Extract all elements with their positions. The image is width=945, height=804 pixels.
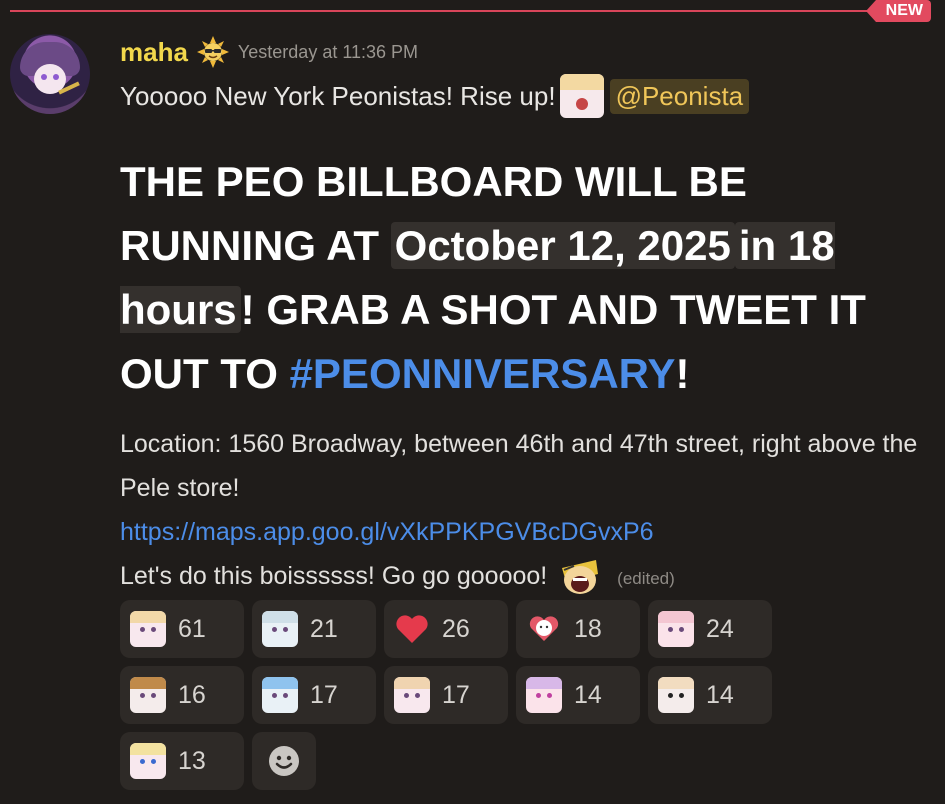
reaction-count: 16 bbox=[178, 680, 206, 709]
edited-label: (edited) bbox=[617, 569, 675, 588]
avatar-eye bbox=[41, 74, 47, 80]
reactions-bar: 61 21 26 18 24 16 17 17 14 14 13 bbox=[120, 600, 800, 790]
emoji-hair bbox=[526, 677, 562, 689]
emoji-hair bbox=[559, 74, 604, 90]
avatar-eye bbox=[53, 74, 59, 80]
reaction-count: 26 bbox=[442, 614, 470, 643]
reaction-anime-girl-blonde[interactable]: 17 bbox=[384, 666, 508, 724]
emoji-eye bbox=[679, 627, 684, 632]
hashtag[interactable]: #PEONNIVERSARY bbox=[290, 350, 676, 397]
reaction-count: 61 bbox=[178, 614, 206, 643]
message-header: maha Yesterday at 11:36 PM bbox=[120, 34, 418, 70]
emoji-eye bbox=[283, 627, 288, 632]
closing-line: Let's do this boissssss! Go go gooooo! (… bbox=[120, 554, 920, 601]
mention-peonista[interactable]: @Peonista bbox=[609, 78, 750, 114]
emoji-eye bbox=[404, 693, 409, 698]
emoji-eye bbox=[283, 693, 288, 698]
headline: THE PEO BILLBOARD WILL BE RUNNING AT Oct… bbox=[120, 150, 910, 406]
reaction-count: 17 bbox=[310, 680, 338, 709]
reaction-count: 17 bbox=[442, 680, 470, 709]
emoji-hair bbox=[130, 743, 166, 755]
emoji-eye bbox=[140, 759, 145, 764]
message-timestamp[interactable]: Yesterday at 11:36 PM bbox=[238, 42, 418, 63]
emoji-hair bbox=[262, 677, 298, 689]
anime-girl-pink-emoji bbox=[130, 611, 166, 647]
reaction-heart-hug[interactable]: 18 bbox=[516, 600, 640, 658]
avatar[interactable] bbox=[10, 34, 90, 114]
emoji-eye bbox=[272, 693, 277, 698]
emoji-hair bbox=[658, 611, 694, 623]
reaction-count: 14 bbox=[574, 680, 602, 709]
emoji-eye bbox=[668, 693, 673, 698]
screaming-face-emoji[interactable] bbox=[558, 556, 602, 598]
message-body: Location: 1560 Broadway, between 46th an… bbox=[120, 422, 920, 601]
reaction-anime-girl-glasses[interactable]: 14 bbox=[648, 666, 772, 724]
emoji-eye bbox=[151, 759, 156, 764]
reaction-omg[interactable]: 17 bbox=[252, 666, 376, 724]
anime-girl-sunglasses-emoji bbox=[526, 677, 562, 713]
add-reaction-button[interactable] bbox=[252, 732, 316, 790]
emoji-mouth bbox=[575, 98, 588, 110]
sun-with-sunglasses-icon[interactable] bbox=[196, 35, 230, 69]
emoji-eye bbox=[547, 693, 552, 698]
reaction-count: 13 bbox=[178, 746, 206, 775]
anime-girl-flag-emoji bbox=[130, 743, 166, 779]
emoji-eye bbox=[140, 693, 145, 698]
reaction-anime-girl-blush[interactable]: 24 bbox=[648, 600, 772, 658]
emoji-eye bbox=[415, 693, 420, 698]
smiley-icon bbox=[269, 746, 299, 776]
heart-hug-emoji bbox=[526, 611, 562, 647]
emoji-eye bbox=[668, 627, 673, 632]
reaction-red-heart[interactable]: 26 bbox=[384, 600, 508, 658]
emoji-hair bbox=[394, 677, 430, 689]
emoji-eye bbox=[272, 627, 277, 632]
reaction-count: 21 bbox=[310, 614, 338, 643]
message-line-1: Yooooo New York Peonistas! Rise up! @Peo… bbox=[120, 74, 750, 118]
new-badge: NEW bbox=[865, 0, 931, 22]
emoji-hair bbox=[130, 677, 166, 689]
reaction-anime-cookie[interactable]: 16 bbox=[120, 666, 244, 724]
anime-girl-glasses-emoji bbox=[658, 677, 694, 713]
emoji-eye bbox=[151, 693, 156, 698]
maps-link[interactable]: https://maps.app.goo.gl/vXkPPKPGVBcDGvxP… bbox=[120, 518, 654, 546]
red-heart-emoji bbox=[394, 611, 430, 647]
omg-emoji bbox=[262, 677, 298, 713]
reaction-anime-girl-flag[interactable]: 13 bbox=[120, 732, 244, 790]
reaction-anime-girl-sunglasses[interactable]: 14 bbox=[516, 666, 640, 724]
anime-girl-blush-emoji bbox=[658, 611, 694, 647]
emoji-eye bbox=[536, 693, 541, 698]
username[interactable]: maha bbox=[120, 37, 188, 68]
headline-timestamp[interactable]: October 12, 2025 bbox=[390, 222, 735, 269]
emoji-hair bbox=[658, 677, 694, 689]
anime-cookie-emoji bbox=[130, 677, 166, 713]
headline-end: ! bbox=[675, 350, 690, 397]
anime-girl-blonde-emoji bbox=[394, 677, 430, 713]
emoji-eye bbox=[140, 627, 145, 632]
reaction-count: 18 bbox=[574, 614, 602, 643]
emoji-hair bbox=[130, 611, 166, 623]
reaction-anime-girl-pink[interactable]: 61 bbox=[120, 600, 244, 658]
location-text: Location: 1560 Broadway, between 46th an… bbox=[120, 430, 918, 502]
emoji-eye bbox=[151, 627, 156, 632]
reaction-count: 24 bbox=[706, 614, 734, 643]
chibi-running-emoji bbox=[262, 611, 298, 647]
emoji-eye bbox=[679, 693, 684, 698]
reaction-chibi-running[interactable]: 21 bbox=[252, 600, 376, 658]
anime-girl-shocked-emoji[interactable] bbox=[559, 74, 604, 118]
closing-text: Let's do this boissssss! Go go gooooo! bbox=[120, 562, 548, 590]
reaction-count: 14 bbox=[706, 680, 734, 709]
emoji-hair bbox=[262, 611, 298, 623]
message-text: Yooooo New York Peonistas! Rise up! bbox=[120, 80, 556, 111]
new-messages-divider bbox=[10, 10, 867, 12]
